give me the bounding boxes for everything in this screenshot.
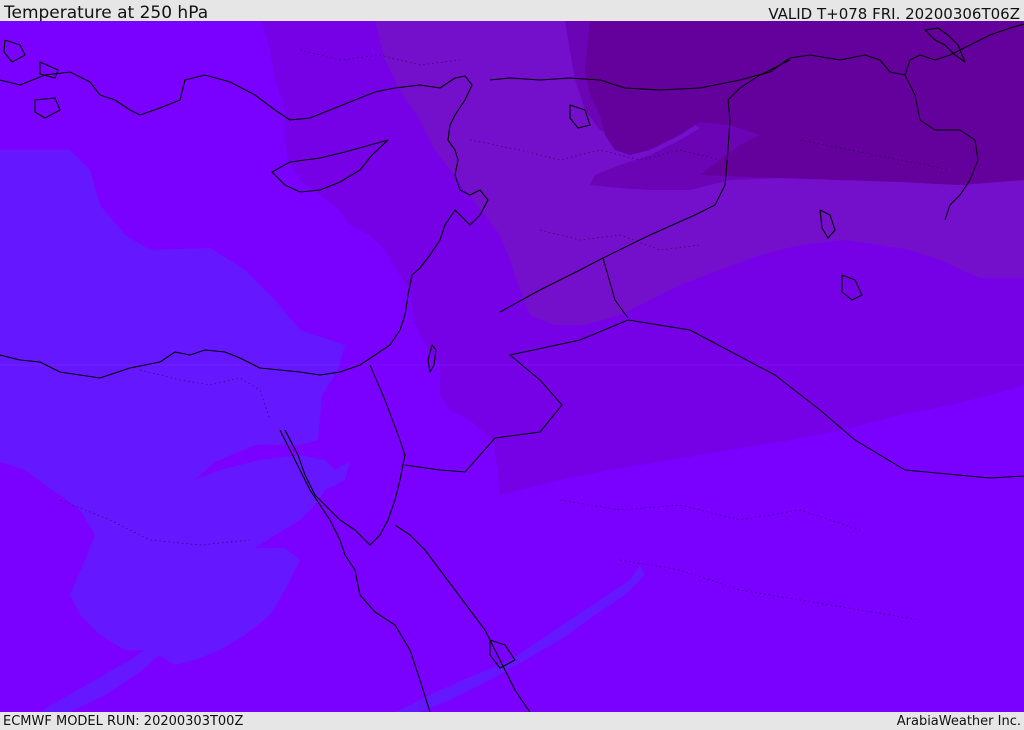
weather-map[interactable] (0, 21, 1024, 712)
model-run-label: ECMWF MODEL RUN: 20200303T00Z (3, 714, 244, 729)
header-bar: Temperature at 250 hPa VALID T+078 FRI. … (0, 0, 1024, 23)
map-title: Temperature at 250 hPa (4, 3, 209, 23)
credit-label: ArabiaWeather Inc. (896, 714, 1021, 729)
footer-bar: ECMWF MODEL RUN: 20200303T00Z ArabiaWeat… (0, 712, 1024, 729)
